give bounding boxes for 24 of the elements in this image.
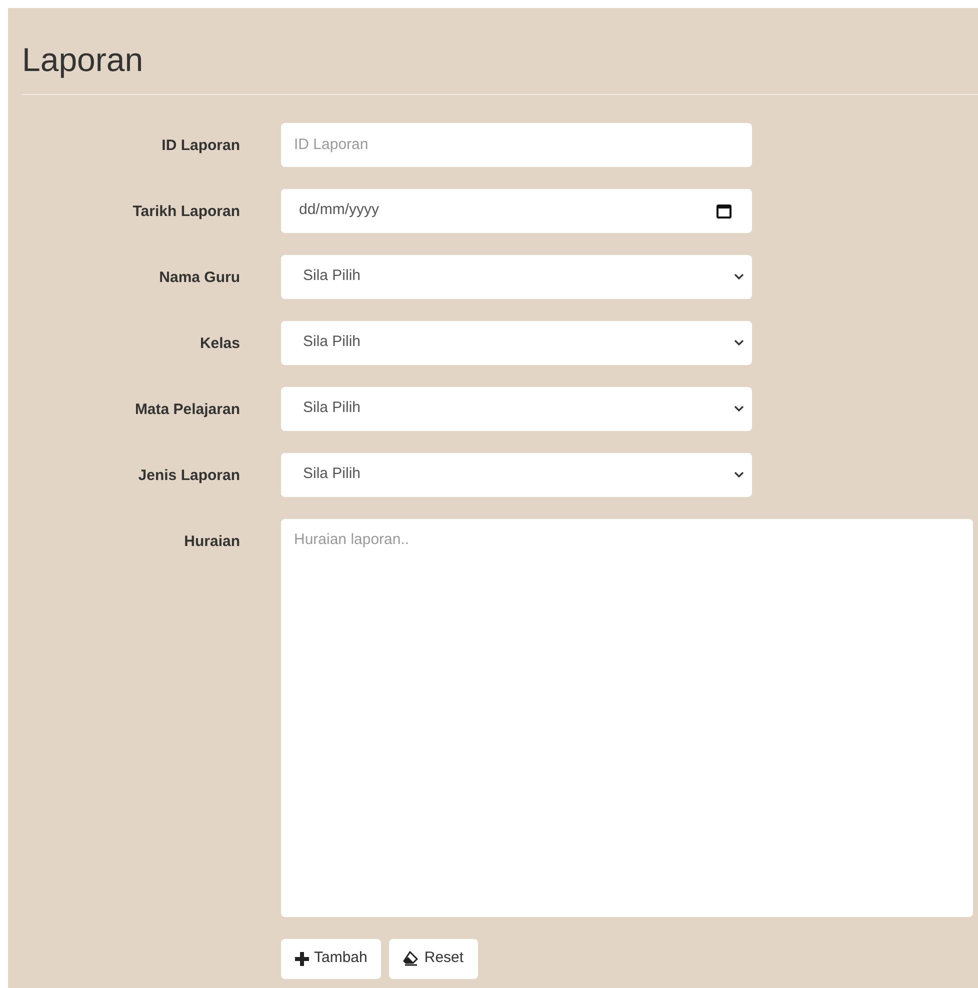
date-field[interactable]: dd/mm/yyyy [281, 188, 752, 233]
chevron-down-icon [734, 273, 744, 280]
text-area[interactable]: Huraian laporan.. [281, 518, 973, 917]
eraser-icon [403, 951, 420, 966]
chevron-down-icon [734, 339, 744, 346]
select-field[interactable]: Sila Pilih [281, 452, 752, 497]
field-label: Kelas [200, 334, 240, 354]
select-field[interactable]: Sila Pilih [281, 254, 752, 299]
select-field[interactable]: Sila Pilih [281, 386, 752, 431]
page-title: Laporan [22, 40, 144, 80]
chevron-down-icon [734, 405, 744, 412]
reset-button[interactable]: Reset [389, 938, 478, 979]
field-label: Jenis Laporan [138, 466, 240, 486]
field-label: Tarikh Laporan [132, 202, 240, 222]
field-label: Nama Guru [159, 268, 240, 288]
select-field[interactable]: Sila Pilih [281, 320, 752, 365]
field-label: ID Laporan [162, 136, 240, 156]
calendar-icon[interactable] [716, 202, 732, 219]
plus-icon [295, 952, 309, 966]
chevron-down-icon [734, 471, 744, 478]
field-label: Mata Pelajaran [134, 400, 240, 420]
field-label: Huraian [184, 532, 240, 552]
input-field[interactable]: ID Laporan [281, 122, 752, 167]
add-button[interactable]: Tambah [281, 938, 382, 979]
